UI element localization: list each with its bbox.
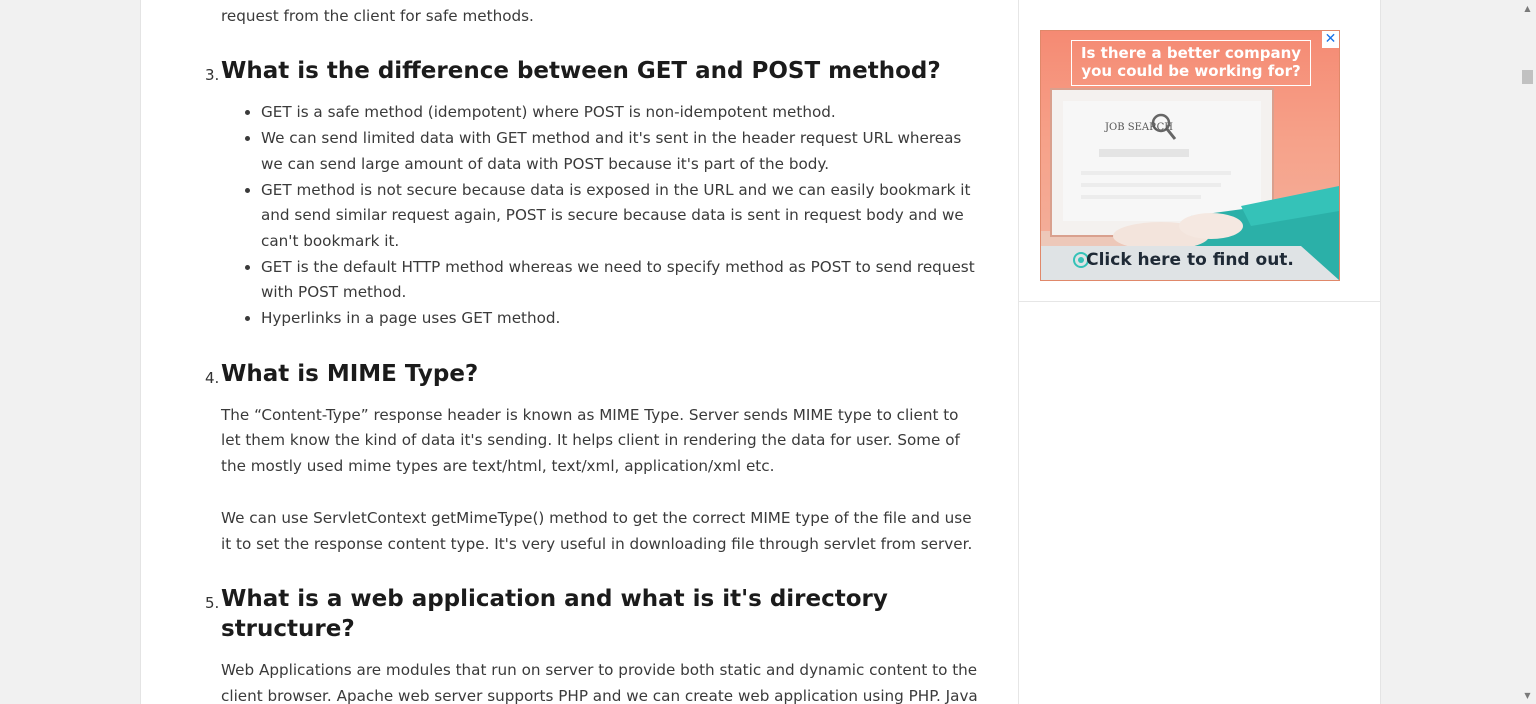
list-item: GET method is not secure because data is… <box>261 178 981 255</box>
page-scrollbar[interactable]: ▲ ▼ <box>1519 0 1536 704</box>
list-item: GET is the default HTTP method whereas w… <box>261 255 981 306</box>
faq-item-4: 4. What is MIME Type? The “Content-Type”… <box>141 359 1018 558</box>
list-item: Hyperlinks in a page uses GET method. <box>261 306 981 332</box>
screen-label: JOB SEARCH <box>1105 122 1174 133</box>
answer-paragraph: Web Applications are modules that run on… <box>221 661 978 704</box>
ad-headline: Is there a better company you could be w… <box>1071 40 1311 86</box>
answer-list: GET is a safe method (idempotent) where … <box>141 100 981 331</box>
scroll-down-arrow-icon[interactable]: ▼ <box>1519 687 1536 704</box>
page-content: idempotent methods are also known as saf… <box>140 0 1381 704</box>
sidebar: ✕ JOB SEARCH Is there a better company y… <box>1019 0 1380 704</box>
answer-paragraph: We can use ServletContext getMimeType() … <box>221 508 973 553</box>
intro-paragraph-tail: idempotent methods are also known as saf… <box>221 6 534 25</box>
item-number: 3. <box>205 66 220 85</box>
question-heading: What is the difference between GET and P… <box>221 58 941 85</box>
question-heading: What is a web application and what is it… <box>221 586 888 643</box>
ad-call-to-action[interactable]: Click here to find out. <box>1041 250 1339 270</box>
faq-item-3: 3. What is the difference between GET an… <box>141 56 1018 331</box>
scroll-up-arrow-icon[interactable]: ▲ <box>1519 0 1536 17</box>
close-icon[interactable]: ✕ <box>1322 31 1339 48</box>
item-number: 5. <box>205 594 220 613</box>
scrollbar-thumb[interactable] <box>1522 70 1533 84</box>
list-item: We can send limited data with GET method… <box>261 126 981 177</box>
advertisement-banner[interactable]: ✕ JOB SEARCH Is there a better company y… <box>1040 30 1340 281</box>
list-item: GET is a safe method (idempotent) where … <box>261 100 981 126</box>
article: idempotent methods are also known as saf… <box>141 0 1018 704</box>
item-number: 4. <box>205 368 220 387</box>
ad-widget: ✕ JOB SEARCH Is there a better company y… <box>1019 0 1380 302</box>
question-heading: What is MIME Type? <box>221 360 479 387</box>
answer-paragraph: The “Content-Type” response header is kn… <box>221 405 960 476</box>
faq-item-5: 5. What is a web application and what is… <box>141 584 1018 704</box>
